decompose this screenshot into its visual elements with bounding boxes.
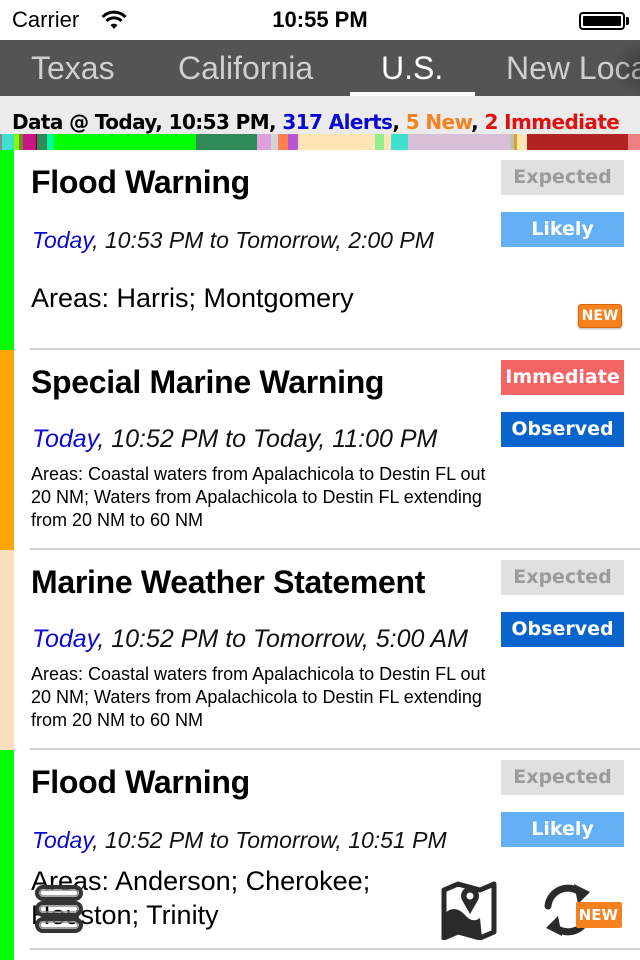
alert-title: Marine Weather Statement bbox=[31, 564, 426, 600]
urgency-badge: Expected bbox=[501, 560, 624, 595]
alert-time: Today, 10:52 PM to Tomorrow, 5:00 AM bbox=[32, 625, 468, 654]
alert-row[interactable]: Special Marine Warning Today, 10:52 PM t… bbox=[0, 350, 640, 550]
urgency-badge: Expected bbox=[501, 160, 624, 195]
alert-title: Flood Warning bbox=[31, 764, 250, 800]
alert-time: Today, 10:53 PM to Tomorrow, 2:00 PM bbox=[32, 227, 434, 254]
certainty-badge: Observed bbox=[501, 412, 624, 447]
certainty-badge: Likely bbox=[501, 812, 624, 847]
alert-list: Flood Warning Today, 10:53 PM to Tomorro… bbox=[0, 150, 640, 960]
alert-title: Special Marine Warning bbox=[31, 364, 385, 400]
battery-tip bbox=[626, 17, 629, 25]
alert-count: 317 Alerts bbox=[282, 110, 393, 134]
time-range: , 10:52 PM to Today, 11:00 PM bbox=[97, 425, 438, 453]
alert-time: Today, 10:52 PM to Tomorrow, 10:51 PM bbox=[32, 827, 447, 854]
severity-bar bbox=[0, 950, 14, 960]
severity-bar bbox=[0, 550, 14, 750]
time-today: Today bbox=[32, 625, 98, 653]
status-time: 10:55 PM bbox=[272, 7, 368, 32]
colorbar-segment bbox=[196, 134, 257, 150]
data-timestamp: Data @ Today, 10:53 PM, bbox=[12, 110, 283, 134]
alert-areas: Areas: Harris; Montgomery bbox=[31, 283, 354, 313]
alert-type-colorbar bbox=[0, 134, 640, 150]
severity-bar bbox=[0, 750, 14, 950]
alert-areas: Areas: Coastal waters from Apalachicola … bbox=[31, 664, 486, 730]
data-summary-text: Data @ Today, 10:53 PM, 317 Alerts, 5 Ne… bbox=[12, 110, 620, 134]
colorbar-segment bbox=[297, 134, 375, 150]
colorbar-segment bbox=[527, 134, 628, 150]
colorbar-segment bbox=[627, 134, 640, 150]
severity-bar bbox=[0, 150, 14, 350]
separator: , bbox=[392, 110, 406, 134]
colorbar-segment bbox=[391, 134, 409, 150]
time-today: Today bbox=[32, 827, 93, 853]
location-tabbar: Texas California U.S. New Loca bbox=[0, 40, 640, 96]
separator: , bbox=[471, 110, 485, 134]
alert-areas: Areas: Coastal waters from Apalachicola … bbox=[31, 464, 486, 530]
urgency-badge: Immediate bbox=[501, 360, 624, 395]
severity-bar bbox=[0, 350, 14, 550]
menu-list-icon[interactable] bbox=[34, 884, 84, 934]
refresh-new-badge: NEW bbox=[576, 902, 622, 928]
colorbar-segment bbox=[374, 134, 384, 150]
tab-california[interactable]: California bbox=[178, 40, 313, 96]
time-range: , 10:52 PM to Tomorrow, 10:51 PM bbox=[92, 827, 447, 853]
data-summary-strip: Data @ Today, 10:53 PM, 317 Alerts, 5 Ne… bbox=[0, 96, 640, 134]
certainty-badge: Observed bbox=[501, 612, 624, 647]
colorbar-segment bbox=[383, 134, 392, 150]
time-range: , 10:52 PM to Tomorrow, 5:00 AM bbox=[97, 625, 468, 653]
time-today: Today bbox=[32, 227, 93, 253]
colorbar-segment bbox=[517, 134, 528, 150]
colorbar-segment bbox=[408, 134, 510, 150]
colorbar-segment bbox=[23, 134, 36, 150]
colorbar-segment bbox=[2, 134, 15, 150]
urgency-badge: Expected bbox=[501, 760, 624, 795]
battery-icon bbox=[579, 12, 625, 30]
status-bar: Carrier 10:55 PM bbox=[0, 0, 640, 40]
certainty-badge: Likely bbox=[501, 212, 624, 247]
tab-texas[interactable]: Texas bbox=[31, 40, 115, 96]
colorbar-segment bbox=[288, 134, 298, 150]
colorbar-segment bbox=[278, 134, 289, 150]
alert-row[interactable]: Marine Weather Statement Today, 10:52 PM… bbox=[0, 550, 640, 750]
time-today: Today bbox=[32, 425, 98, 453]
tab-us[interactable]: U.S. bbox=[381, 40, 443, 96]
alert-title: Flood Warning bbox=[31, 164, 250, 200]
colorbar-segment bbox=[271, 134, 279, 150]
colorbar-segment bbox=[36, 134, 47, 150]
colorbar-segment bbox=[53, 134, 197, 150]
time-range: , 10:53 PM to Tomorrow, 2:00 PM bbox=[92, 227, 434, 253]
immediate-count: 2 Immediate bbox=[484, 110, 620, 134]
alert-time: Today, 10:52 PM to Today, 11:00 PM bbox=[32, 425, 437, 454]
tab-scroll-shade bbox=[610, 40, 640, 96]
colorbar-segment bbox=[46, 134, 54, 150]
colorbar-segment bbox=[257, 134, 272, 150]
new-badge: NEW bbox=[578, 304, 622, 328]
alert-row[interactable]: Flood Warning Today, 10:53 PM to Tomorro… bbox=[0, 150, 640, 350]
map-pin-icon[interactable] bbox=[440, 880, 498, 940]
alert-row-partial[interactable] bbox=[0, 950, 640, 960]
new-count: 5 New bbox=[405, 110, 472, 134]
